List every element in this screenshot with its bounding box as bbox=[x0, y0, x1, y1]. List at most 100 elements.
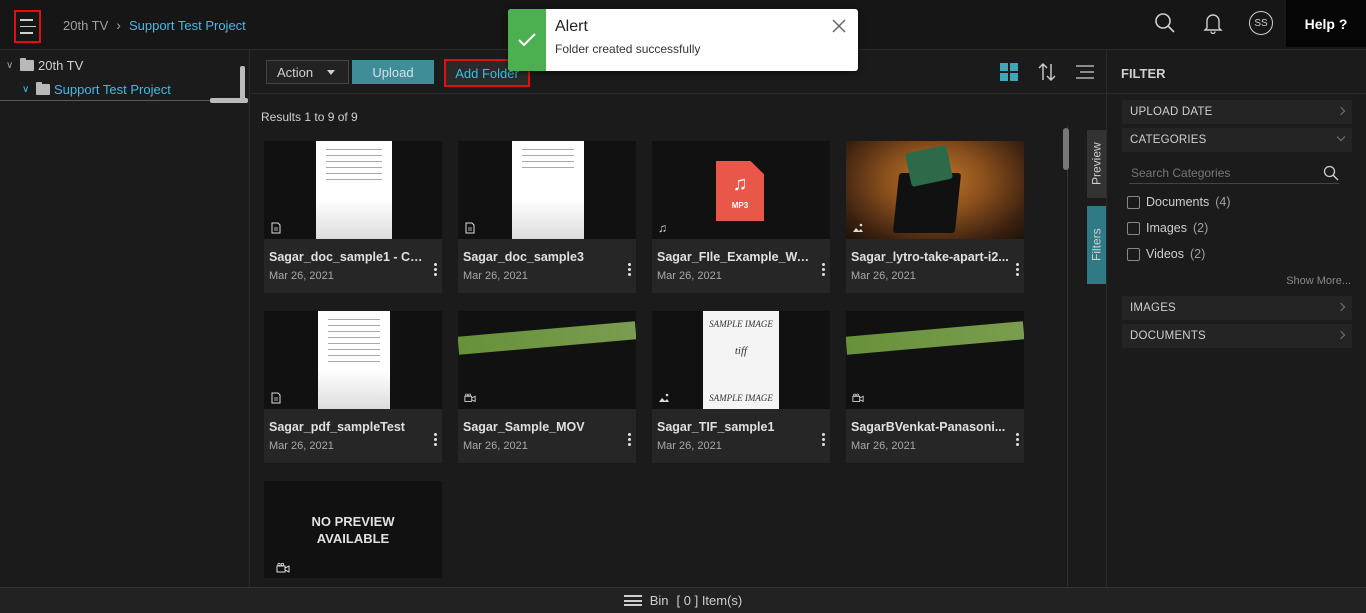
asset-name[interactable]: Sagar_lytro-take-apart-i2... bbox=[851, 250, 1009, 264]
filter-section-categories[interactable]: CATEGORIES bbox=[1122, 128, 1352, 152]
folder-icon bbox=[20, 58, 34, 71]
asset-date: Mar 26, 2021 bbox=[269, 270, 334, 282]
alert-title: Alert bbox=[555, 18, 588, 35]
checkbox[interactable] bbox=[1127, 247, 1140, 261]
checkbox[interactable] bbox=[1127, 195, 1140, 209]
close-icon[interactable] bbox=[832, 19, 848, 35]
asset-thumbnail[interactable] bbox=[846, 141, 1024, 239]
asset-name[interactable]: Sagar_Sample_MOV bbox=[463, 420, 621, 434]
tree-item-project[interactable]: ∨ Support Test Project bbox=[22, 82, 171, 97]
asset-thumbnail[interactable] bbox=[458, 141, 636, 239]
section-label: UPLOAD DATE bbox=[1130, 106, 1213, 118]
filter-section-images[interactable]: IMAGES bbox=[1122, 296, 1352, 320]
thumb-text: SAMPLE IMAGE bbox=[709, 319, 773, 329]
asset-name[interactable]: SagarBVenkat-Panasoni... bbox=[851, 420, 1009, 434]
document-icon bbox=[271, 392, 281, 404]
asset-name[interactable]: Sagar_doc_sample1 - Co... bbox=[269, 250, 427, 264]
chevron-right-icon bbox=[1336, 330, 1346, 340]
asset-name[interactable]: Sagar_TIF_sample1 bbox=[657, 420, 815, 434]
filter-panel: FILTER UPLOAD DATE CATEGORIES Search Cat… bbox=[1106, 50, 1366, 587]
asset-thumbnail[interactable] bbox=[264, 141, 442, 239]
category-label: Documents bbox=[1146, 195, 1210, 209]
asset-card[interactable]: ♫ MP3 ♫ Sagar_FIle_Example_WA... Mar 26,… bbox=[652, 141, 830, 293]
more-options-icon[interactable] bbox=[821, 433, 825, 446]
category-label: Videos bbox=[1146, 247, 1184, 261]
list-view-icon[interactable] bbox=[1076, 65, 1094, 84]
breadcrumb-current[interactable]: Support Test Project bbox=[129, 18, 246, 33]
divider bbox=[0, 100, 245, 101]
category-search-input[interactable]: Search Categories bbox=[1129, 162, 1339, 184]
horizontal-scrollbar[interactable] bbox=[210, 98, 248, 103]
folder-tree: ∨ 20th TV ∨ Support Test Project bbox=[0, 50, 250, 587]
tree-item-label: Support Test Project bbox=[54, 82, 171, 97]
sort-icon[interactable] bbox=[1038, 62, 1056, 87]
mp3-badge: MP3 bbox=[731, 201, 749, 210]
category-documents[interactable]: Documents (4) bbox=[1127, 195, 1231, 209]
image-icon bbox=[659, 393, 669, 402]
video-camera-icon bbox=[276, 562, 290, 573]
avatar[interactable]: SS bbox=[1249, 11, 1273, 35]
more-options-icon[interactable] bbox=[627, 433, 631, 446]
category-images[interactable]: Images (2) bbox=[1127, 221, 1208, 235]
upload-button[interactable]: Upload bbox=[352, 60, 434, 84]
show-more-link[interactable]: Show More... bbox=[1286, 275, 1351, 287]
thumb-text: tiff bbox=[734, 345, 748, 357]
more-options-icon[interactable] bbox=[1015, 263, 1019, 276]
bell-icon[interactable] bbox=[1200, 10, 1226, 36]
alert-toast: Alert Folder created successfully bbox=[508, 9, 858, 71]
asset-date: Mar 26, 2021 bbox=[463, 270, 528, 282]
search-icon[interactable] bbox=[1152, 10, 1178, 36]
category-videos[interactable]: Videos (2) bbox=[1127, 247, 1205, 261]
no-preview-text: NO PREVIEW bbox=[311, 513, 395, 529]
search-icon[interactable] bbox=[1323, 165, 1339, 181]
chevron-down-icon[interactable]: ∨ bbox=[6, 60, 16, 71]
asset-card[interactable]: Sagar_lytro-take-apart-i2... Mar 26, 202… bbox=[846, 141, 1024, 293]
asset-card[interactable]: SagarBVenkat-Panasoni... Mar 26, 2021 bbox=[846, 311, 1024, 463]
category-count: (2) bbox=[1190, 247, 1206, 261]
vertical-scrollbar[interactable] bbox=[240, 66, 245, 102]
asset-card[interactable]: Sagar_pdf_sampleTest Mar 26, 2021 bbox=[264, 311, 442, 463]
category-label: Images bbox=[1146, 221, 1187, 235]
asset-card[interactable]: NO PREVIEW AVAILABLE bbox=[264, 481, 442, 578]
asset-name[interactable]: Sagar_FIle_Example_WA... bbox=[657, 250, 815, 264]
asset-thumbnail[interactable] bbox=[264, 311, 442, 409]
asset-thumbnail[interactable]: ♫ MP3 ♫ bbox=[652, 141, 830, 239]
more-options-icon[interactable] bbox=[1015, 433, 1019, 446]
no-preview-text: AVAILABLE bbox=[316, 530, 390, 546]
help-button[interactable]: Help ? bbox=[1286, 0, 1366, 47]
checkbox[interactable] bbox=[1127, 221, 1140, 235]
chevron-down-icon[interactable]: ∨ bbox=[22, 84, 32, 95]
caret-down-icon bbox=[327, 69, 336, 75]
asset-name[interactable]: Sagar_doc_sample3 bbox=[463, 250, 621, 264]
breadcrumb-parent[interactable]: 20th TV bbox=[63, 18, 108, 33]
tab-preview[interactable]: Preview bbox=[1087, 130, 1106, 198]
image-icon bbox=[853, 223, 863, 232]
asset-thumbnail[interactable] bbox=[458, 311, 636, 409]
asset-card[interactable]: Sagar_Sample_MOV Mar 26, 2021 bbox=[458, 311, 636, 463]
asset-thumbnail[interactable] bbox=[846, 311, 1024, 409]
action-dropdown[interactable]: Action bbox=[266, 60, 349, 84]
asset-date: Mar 26, 2021 bbox=[851, 270, 916, 282]
menu-icon bbox=[623, 595, 642, 606]
asset-name[interactable]: Sagar_pdf_sampleTest bbox=[269, 420, 427, 434]
asset-thumbnail[interactable]: SAMPLE IMAGE tiff SAMPLE IMAGE bbox=[652, 311, 830, 409]
hamburger-menu-icon[interactable] bbox=[14, 10, 41, 43]
tab-filters[interactable]: Filters bbox=[1087, 206, 1106, 284]
more-options-icon[interactable] bbox=[433, 433, 437, 446]
video-camera-icon bbox=[852, 393, 864, 403]
more-options-icon[interactable] bbox=[433, 263, 437, 276]
more-options-icon[interactable] bbox=[821, 263, 825, 276]
asset-thumbnail[interactable]: NO PREVIEW AVAILABLE bbox=[264, 481, 442, 578]
asset-card[interactable]: Sagar_doc_sample3 Mar 26, 2021 bbox=[458, 141, 636, 293]
vertical-scrollbar[interactable] bbox=[1063, 128, 1069, 170]
bin-bar[interactable]: Bin [ 0 ] Item(s) bbox=[0, 587, 1366, 613]
more-options-icon[interactable] bbox=[627, 263, 631, 276]
filter-section-upload-date[interactable]: UPLOAD DATE bbox=[1122, 100, 1352, 124]
grid-view-icon[interactable] bbox=[1000, 63, 1018, 86]
chevron-right-icon bbox=[1336, 302, 1346, 312]
asset-card[interactable]: SAMPLE IMAGE tiff SAMPLE IMAGE Sagar_TIF… bbox=[652, 311, 830, 463]
tree-item-root[interactable]: ∨ 20th TV bbox=[6, 58, 83, 73]
category-count: (2) bbox=[1193, 221, 1209, 235]
asset-card[interactable]: Sagar_doc_sample1 - Co... Mar 26, 2021 bbox=[264, 141, 442, 293]
filter-section-documents[interactable]: DOCUMENTS bbox=[1122, 324, 1352, 348]
